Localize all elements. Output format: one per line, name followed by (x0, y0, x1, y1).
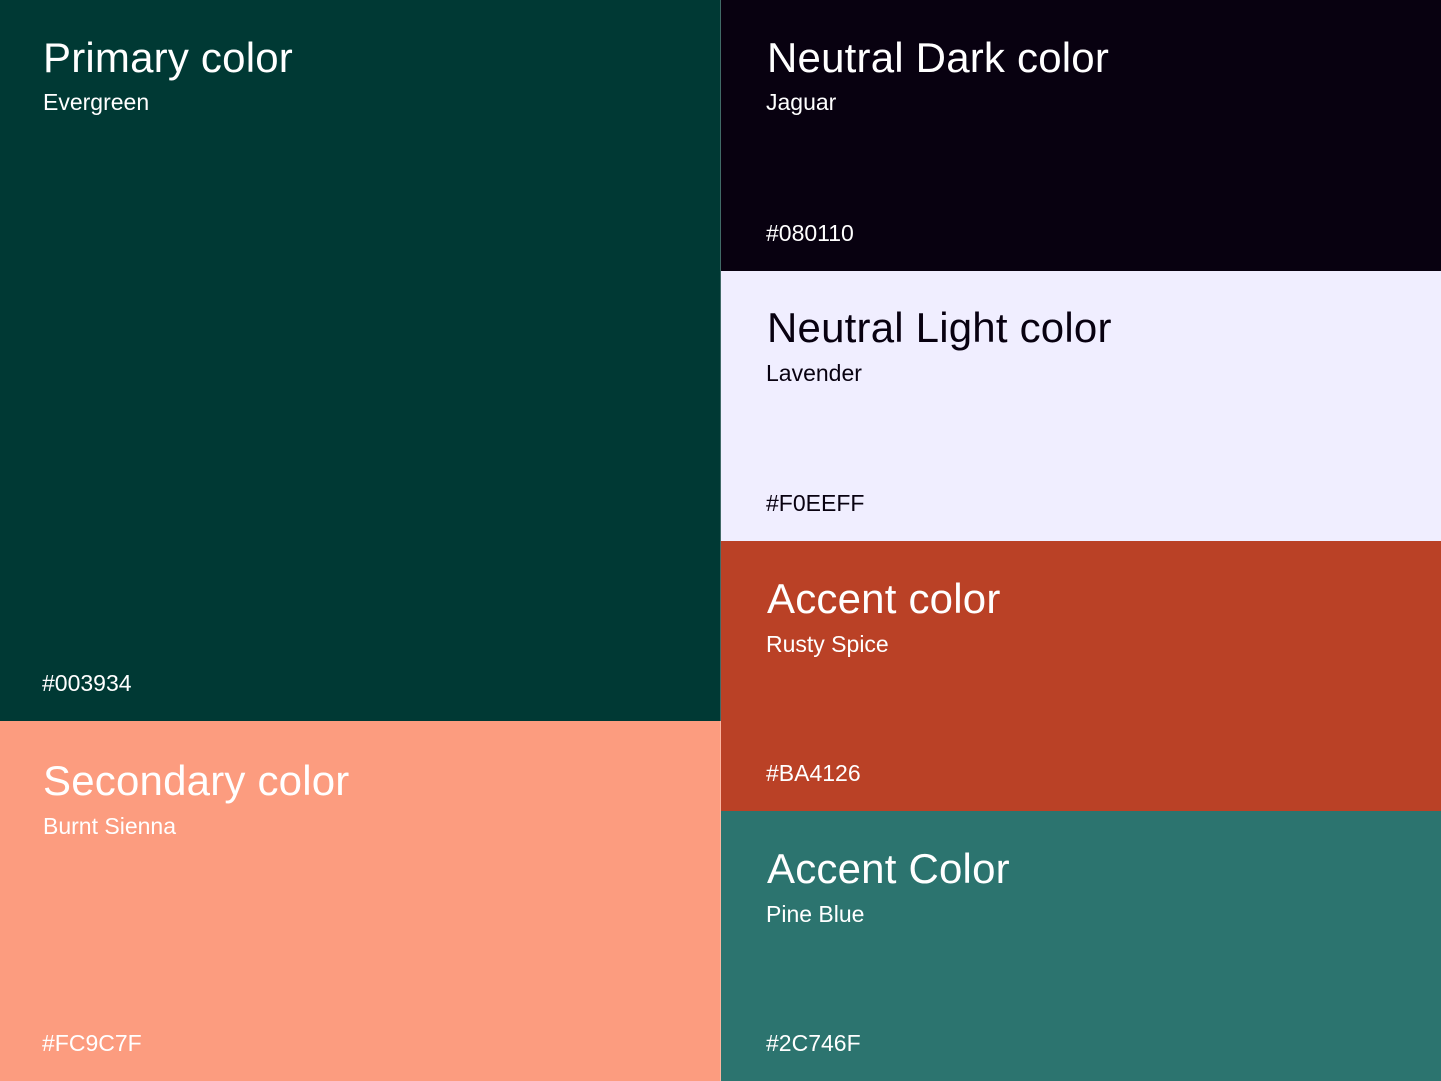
swatch-hex-code: #F0EEFF (766, 490, 865, 516)
swatch-accent-pine-blue: Accent Color Pine Blue #2C746F (721, 811, 1441, 1081)
swatch-title: Primary color (43, 34, 293, 81)
column-divider (720, 0, 721, 1081)
swatch-color-name: Rusty Spice (766, 631, 889, 657)
swatch-title: Secondary color (43, 757, 350, 804)
swatch-hex-code: #003934 (42, 670, 132, 696)
swatch-primary: Primary color Evergreen #003934 (0, 0, 721, 721)
swatch-color-name: Lavender (766, 360, 862, 386)
swatch-title: Neutral Dark color (767, 34, 1110, 81)
swatch-hex-code: #2C746F (766, 1030, 861, 1056)
swatch-secondary: Secondary color Burnt Sienna #FC9C7F (0, 721, 721, 1081)
swatch-color-name: Burnt Sienna (43, 813, 176, 839)
swatch-hex-code: #080110 (766, 220, 854, 246)
swatch-hex-code: #FC9C7F (42, 1030, 142, 1056)
swatch-hex-code: #BA4126 (766, 760, 861, 786)
swatch-color-name: Pine Blue (766, 901, 865, 927)
swatch-accent-rusty-spice: Accent color Rusty Spice #BA4126 (721, 541, 1441, 811)
swatch-title: Accent Color (767, 845, 1010, 892)
swatch-color-name: Jaguar (766, 89, 837, 115)
swatch-title: Neutral Light color (767, 304, 1112, 351)
swatch-neutral-dark: Neutral Dark color Jaguar #080110 (721, 0, 1441, 271)
swatch-neutral-light: Neutral Light color Lavender #F0EEFF (721, 271, 1441, 541)
swatch-color-name: Evergreen (43, 89, 150, 115)
color-palette: Primary color Evergreen #003934 Secondar… (0, 0, 1441, 1081)
swatch-title: Accent color (767, 575, 1001, 622)
